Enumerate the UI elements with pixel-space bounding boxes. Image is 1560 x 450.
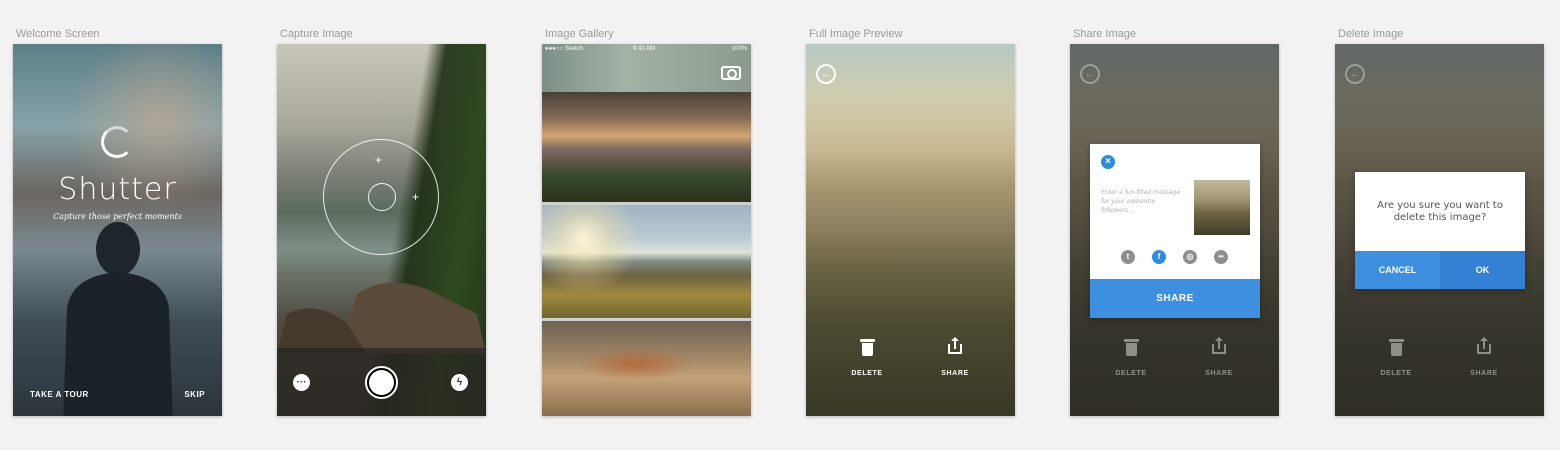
instagram-icon[interactable]: ◎ (1183, 250, 1197, 264)
camera-icon[interactable] (721, 66, 741, 80)
cancel-button[interactable]: CANCEL (1355, 251, 1440, 289)
back-arrow-icon[interactable]: ← (816, 64, 836, 84)
crosshair-icon: + (412, 190, 420, 204)
share-icon (1477, 337, 1491, 356)
gallery-header: ●●●○○ Sketch 9:41 AM 100% (542, 44, 751, 92)
delete-action: DELETE (1106, 337, 1156, 377)
gallery-photo-balls[interactable] (542, 321, 751, 416)
twitter-icon[interactable]: t (1121, 250, 1135, 264)
share-thumbnail (1194, 180, 1250, 235)
share-label: SHARE (1470, 370, 1498, 377)
ok-button[interactable]: OK (1440, 251, 1525, 289)
share-screen: ← DELETE SHARE × Enter a fun-filled mess… (1070, 44, 1279, 416)
shutter-logo-icon (101, 126, 133, 158)
person-silhouette (63, 222, 173, 416)
delete-label: DELETE (851, 370, 883, 377)
focus-center-ring (368, 183, 396, 211)
back-arrow-icon: ← (1345, 64, 1365, 84)
share-label: SHARE (1205, 370, 1233, 377)
facebook-icon[interactable]: f (1152, 250, 1166, 264)
delete-action[interactable]: DELETE (842, 337, 892, 377)
trash-icon (1123, 337, 1139, 356)
back-arrow-icon: ← (1080, 64, 1100, 84)
preview-screen: ← DELETE SHARE (806, 44, 1015, 416)
artboard-label-delete: Delete Image (1338, 28, 1404, 40)
artboard-label-share: Share Image (1073, 28, 1136, 40)
status-battery: 100% (731, 46, 747, 52)
delete-dialog: Are you sure you want to delete this ima… (1355, 172, 1525, 289)
delete-action: DELETE (1371, 337, 1421, 377)
status-time: 9:41 AM (633, 46, 656, 52)
gallery-photo-mountains[interactable] (542, 92, 751, 202)
delete-screen: ← DELETE SHARE Are you sure you want to … (1335, 44, 1544, 416)
skip-button[interactable]: SKIP (184, 390, 205, 399)
delete-confirm-message: Are you sure you want to delete this ima… (1377, 200, 1503, 223)
share-action: SHARE (1459, 337, 1509, 377)
trash-icon (1388, 337, 1404, 356)
welcome-screen: Shutter Capture those perfect moments TA… (13, 44, 222, 416)
share-button[interactable]: SHARE (1090, 279, 1260, 318)
more-options-icon[interactable]: ··· (293, 374, 310, 391)
app-tagline: Capture those perfect moments (53, 212, 182, 221)
app-title: Shutter (58, 172, 177, 207)
flickr-icon[interactable]: •• (1214, 250, 1228, 264)
gallery-photo-swing[interactable] (542, 205, 751, 318)
share-action: SHARE (1194, 337, 1244, 377)
close-icon[interactable]: × (1101, 155, 1115, 169)
share-message-input[interactable]: Enter a fun-filled message for your awes… (1101, 188, 1181, 215)
artboard-label-welcome: Welcome Screen (16, 28, 100, 40)
status-bar: ●●●○○ Sketch 9:41 AM 100% (542, 44, 751, 55)
artboard-label-capture: Capture Image (280, 28, 353, 40)
artboard-label-preview: Full Image Preview (809, 28, 903, 40)
flash-icon[interactable]: ϟ (451, 374, 468, 391)
capture-screen: + + ··· ϟ (277, 44, 486, 416)
share-action[interactable]: SHARE (930, 337, 980, 377)
share-icon (948, 337, 962, 356)
delete-label: DELETE (1115, 370, 1147, 377)
share-label: SHARE (941, 370, 969, 377)
crosshair-icon: + (375, 153, 383, 167)
trash-icon (859, 337, 875, 356)
artboard-label-gallery: Image Gallery (545, 28, 614, 40)
delete-label: DELETE (1380, 370, 1412, 377)
gallery-screen: ●●●○○ Sketch 9:41 AM 100% (542, 44, 751, 416)
share-dialog: × Enter a fun-filled message for your aw… (1090, 144, 1260, 318)
status-carrier: ●●●○○ Sketch (545, 46, 584, 52)
share-icon (1212, 337, 1226, 356)
shutter-button[interactable] (365, 366, 398, 399)
rocks-decor (277, 282, 486, 354)
take-tour-button[interactable]: TAKE A TOUR (30, 390, 89, 399)
